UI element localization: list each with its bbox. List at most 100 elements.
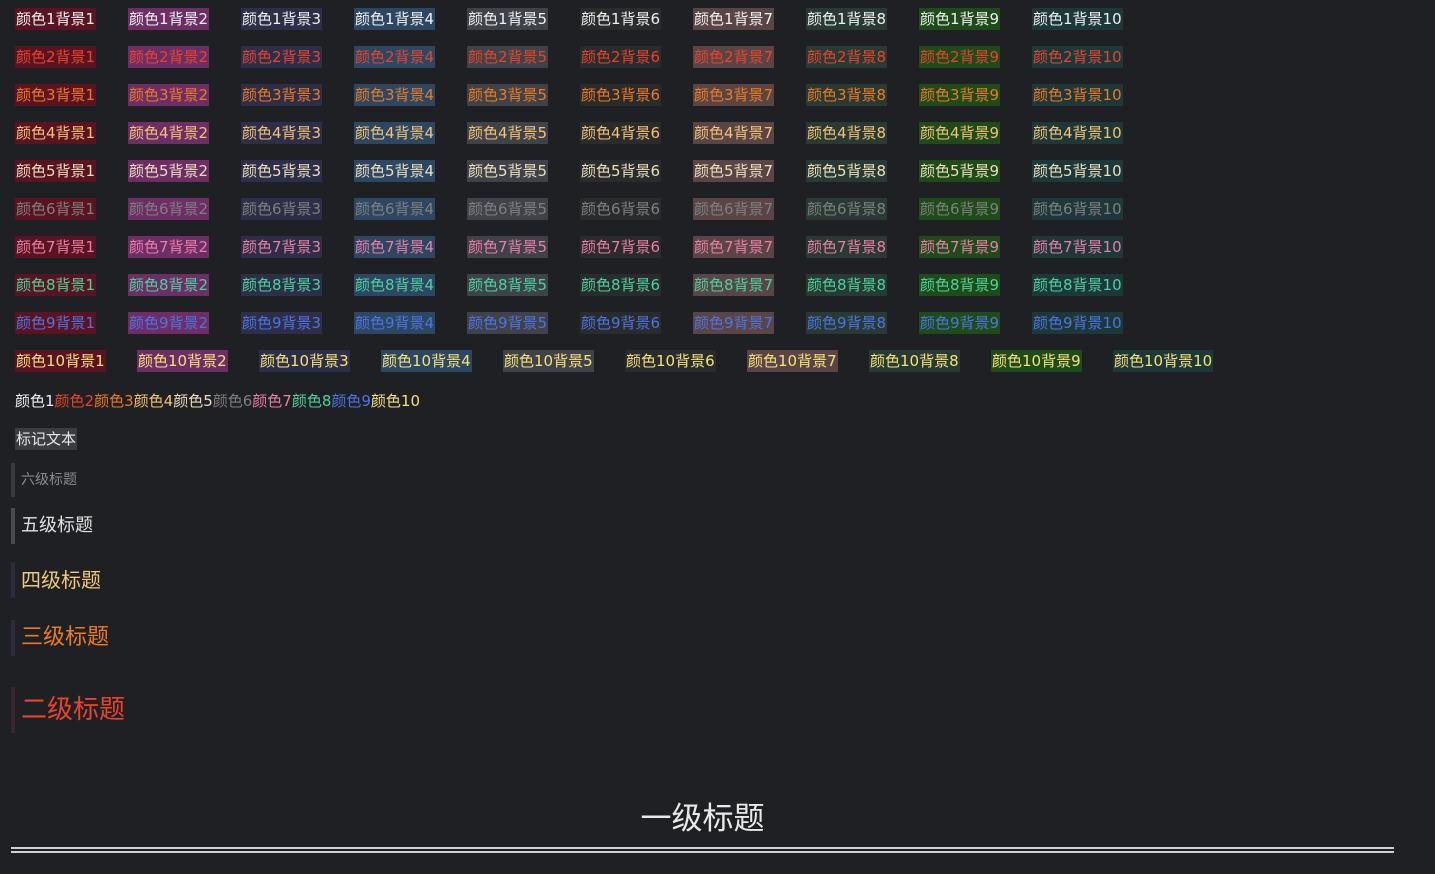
grid-cell: 颜色1背景5 xyxy=(467,8,549,30)
grid-cell: 颜色10背景4 xyxy=(381,350,472,372)
grid-cell: 颜色3背景3 xyxy=(241,84,323,106)
grid-cell: 颜色6背景7 xyxy=(693,198,775,220)
mixed-color-line: 颜色1颜色2颜色3颜色4颜色5颜色6颜色7颜色8颜色9颜色10 xyxy=(15,390,420,412)
grid-cell: 颜色2背景9 xyxy=(919,46,1001,68)
grid-cell: 颜色5背景4 xyxy=(354,160,436,182)
grid-cell: 颜色5背景6 xyxy=(580,160,662,182)
grid-cell: 颜色2背景4 xyxy=(354,46,436,68)
grid-cell: 颜色5背景2 xyxy=(128,160,210,182)
mixed-color-text: 颜色2 xyxy=(54,392,95,410)
grid-cell: 颜色2背景6 xyxy=(580,46,662,68)
heading-level-6: 六级标题 xyxy=(11,463,77,497)
grid-cell: 颜色8背景9 xyxy=(919,274,1001,296)
grid-row-5: 颜色5背景1 颜色5背景2 颜色5背景3 颜色5背景4 颜色5背景5 颜色5背景… xyxy=(15,160,1235,198)
grid-cell: 颜色7背景5 xyxy=(467,236,549,258)
grid-cell: 颜色4背景7 xyxy=(693,122,775,144)
heading-underline xyxy=(11,851,1394,853)
grid-cell: 颜色8背景7 xyxy=(693,274,775,296)
grid-row-10: 颜色10背景1 颜色10背景2 颜色10背景3 颜色10背景4 颜色10背景5 … xyxy=(15,350,1235,388)
grid-cell: 颜色4背景6 xyxy=(580,122,662,144)
grid-row-8: 颜色8背景1 颜色8背景2 颜色8背景3 颜色8背景4 颜色8背景5 颜色8背景… xyxy=(15,274,1235,312)
grid-cell: 颜色1背景7 xyxy=(693,8,775,30)
grid-cell: 颜色8背景8 xyxy=(806,274,888,296)
grid-cell: 颜色10背景5 xyxy=(503,350,594,372)
mixed-color-text: 颜色1 xyxy=(15,392,55,410)
grid-cell: 颜色9背景5 xyxy=(467,312,549,334)
heading-level-2: 二级标题 xyxy=(11,687,125,733)
grid-cell: 颜色6背景9 xyxy=(919,198,1001,220)
grid-cell: 颜色7背景2 xyxy=(128,236,210,258)
grid-cell: 颜色4背景9 xyxy=(919,122,1001,144)
grid-row-2: 颜色2背景1 颜色2背景2 颜色2背景3 颜色2背景4 颜色2背景5 颜色2背景… xyxy=(15,46,1235,84)
grid-cell: 颜色8背景4 xyxy=(354,274,436,296)
grid-cell: 颜色9背景6 xyxy=(580,312,662,334)
color-background-grid: 颜色1背景1 颜色1背景2 颜色1背景3 颜色1背景4 颜色1背景5 颜色1背景… xyxy=(15,8,1235,388)
mixed-color-text: 颜色4 xyxy=(133,392,174,410)
grid-cell: 颜色6背景4 xyxy=(354,198,436,220)
grid-cell: 颜色5背景3 xyxy=(241,160,323,182)
marked-text: 标记文本 xyxy=(15,428,78,450)
heading-underline xyxy=(11,847,1394,849)
grid-cell: 颜色1背景9 xyxy=(919,8,1001,30)
grid-cell: 颜色4背景2 xyxy=(128,122,210,144)
grid-cell: 颜色10背景10 xyxy=(1113,350,1214,372)
grid-row-9: 颜色9背景1 颜色9背景2 颜色9背景3 颜色9背景4 颜色9背景5 颜色9背景… xyxy=(15,312,1235,350)
grid-cell: 颜色3背景9 xyxy=(919,84,1001,106)
grid-cell: 颜色2背景1 xyxy=(15,46,97,68)
grid-cell: 颜色2背景5 xyxy=(467,46,549,68)
grid-cell: 颜色8背景5 xyxy=(467,274,549,296)
mixed-color-text: 颜色9 xyxy=(331,392,371,410)
grid-cell: 颜色10背景7 xyxy=(747,350,838,372)
grid-cell: 颜色4背景5 xyxy=(467,122,549,144)
grid-cell: 颜色1背景4 xyxy=(354,8,436,30)
grid-cell: 颜色1背景2 xyxy=(128,8,210,30)
grid-cell: 颜色2背景8 xyxy=(806,46,888,68)
grid-cell: 颜色10背景3 xyxy=(259,350,350,372)
grid-cell: 颜色6背景1 xyxy=(15,198,97,220)
grid-cell: 颜色9背景8 xyxy=(806,312,888,334)
grid-cell: 颜色3背景8 xyxy=(806,84,888,106)
grid-cell: 颜色9背景3 xyxy=(241,312,323,334)
grid-cell: 颜色3背景1 xyxy=(15,84,97,106)
grid-cell: 颜色10背景9 xyxy=(991,350,1082,372)
grid-cell: 颜色1背景6 xyxy=(580,8,662,30)
grid-cell: 颜色4背景8 xyxy=(806,122,888,144)
grid-cell: 颜色10背景8 xyxy=(869,350,960,372)
mixed-color-text: 颜色6 xyxy=(212,392,253,410)
grid-cell: 颜色8背景2 xyxy=(128,274,210,296)
heading-level-4: 四级标题 xyxy=(11,562,101,598)
grid-cell: 颜色7背景7 xyxy=(693,236,775,258)
heading-level-5: 五级标题 xyxy=(11,508,93,544)
grid-cell: 颜色2背景7 xyxy=(693,46,775,68)
grid-cell: 颜色4背景10 xyxy=(1032,122,1123,144)
grid-row-7: 颜色7背景1 颜色7背景2 颜色7背景3 颜色7背景4 颜色7背景5 颜色7背景… xyxy=(15,236,1235,274)
grid-row-3: 颜色3背景1 颜色3背景2 颜色3背景3 颜色3背景4 颜色3背景5 颜色3背景… xyxy=(15,84,1235,122)
grid-row-4: 颜色4背景1 颜色4背景2 颜色4背景3 颜色4背景4 颜色4背景5 颜色4背景… xyxy=(15,122,1235,160)
grid-cell: 颜色3背景10 xyxy=(1032,84,1123,106)
grid-cell: 颜色4背景3 xyxy=(241,122,323,144)
mixed-color-text: 颜色10 xyxy=(370,392,421,410)
grid-cell: 颜色1背景3 xyxy=(241,8,323,30)
grid-cell: 颜色5背景7 xyxy=(693,160,775,182)
grid-cell: 颜色6背景5 xyxy=(467,198,549,220)
grid-cell: 颜色6背景8 xyxy=(806,198,888,220)
grid-row-1: 颜色1背景1 颜色1背景2 颜色1背景3 颜色1背景4 颜色1背景5 颜色1背景… xyxy=(15,8,1235,46)
grid-cell: 颜色8背景10 xyxy=(1032,274,1123,296)
grid-cell: 颜色1背景1 xyxy=(15,8,97,30)
grid-cell: 颜色7背景3 xyxy=(241,236,323,258)
grid-cell: 颜色3背景6 xyxy=(580,84,662,106)
grid-cell: 颜色1背景8 xyxy=(806,8,888,30)
grid-cell: 颜色6背景10 xyxy=(1032,198,1123,220)
heading-level-1: 一级标题 xyxy=(640,801,765,837)
grid-cell: 颜色5背景1 xyxy=(15,160,97,182)
grid-cell: 颜色6背景3 xyxy=(241,198,323,220)
grid-cell: 颜色7背景4 xyxy=(354,236,436,258)
grid-cell: 颜色9背景9 xyxy=(919,312,1001,334)
grid-cell: 颜色9背景10 xyxy=(1032,312,1123,334)
grid-cell: 颜色7背景1 xyxy=(15,236,97,258)
grid-cell: 颜色9背景7 xyxy=(693,312,775,334)
grid-cell: 颜色10背景1 xyxy=(15,350,106,372)
grid-cell: 颜色3背景4 xyxy=(354,84,436,106)
mixed-color-text: 颜色7 xyxy=(252,392,292,410)
grid-cell: 颜色3背景5 xyxy=(467,84,549,106)
